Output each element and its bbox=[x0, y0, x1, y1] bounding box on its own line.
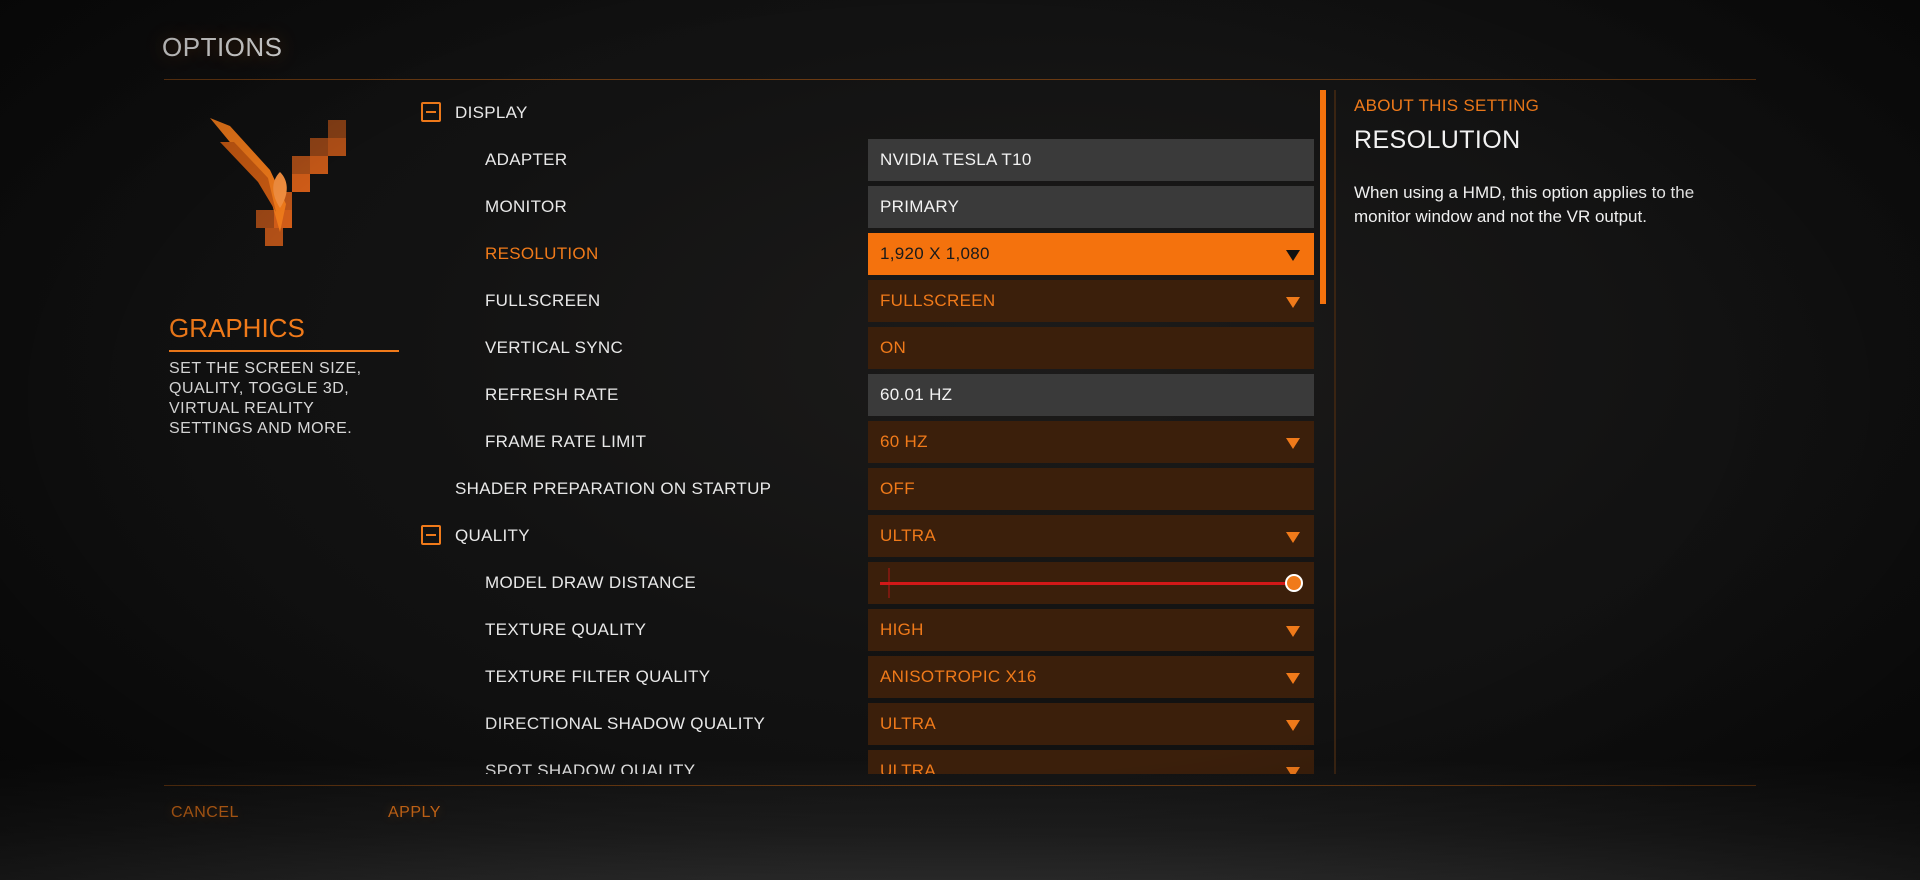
setting-row-vsync: VERTICAL SYNC ON bbox=[420, 325, 1320, 370]
dropdown-arrow-icon bbox=[1286, 767, 1300, 774]
dir-shadow-dropdown[interactable]: ULTRA bbox=[868, 703, 1314, 745]
collapse-icon[interactable] bbox=[421, 525, 441, 545]
collapse-icon[interactable] bbox=[421, 102, 441, 122]
setting-row-shader: SHADER PREPARATION ON STARTUP OFF bbox=[420, 466, 1320, 511]
setting-row-adapter: ADAPTER NVIDIA TESLA T10 bbox=[420, 137, 1320, 182]
footer-divider bbox=[164, 785, 1756, 786]
setting-label: ADAPTER bbox=[485, 150, 568, 169]
section-label: QUALITY bbox=[455, 526, 530, 545]
setting-label: MONITOR bbox=[485, 197, 568, 216]
resolution-value: 1,920 X 1,080 bbox=[880, 244, 990, 263]
page-title: OPTIONS bbox=[162, 32, 283, 62]
header-divider bbox=[164, 79, 1756, 80]
setting-label: REFRESH RATE bbox=[485, 385, 619, 404]
spot-shadow-dropdown[interactable]: ULTRA bbox=[868, 750, 1314, 774]
texture-value: HIGH bbox=[880, 620, 924, 639]
setting-label: FRAME RATE LIMIT bbox=[485, 432, 647, 451]
dropdown-arrow-icon bbox=[1286, 720, 1300, 731]
frame-limit-value: 60 HZ bbox=[880, 432, 928, 451]
setting-row-texture-filter: TEXTURE FILTER QUALITY ANISOTROPIC X16 bbox=[420, 654, 1320, 699]
setting-label: SHADER PREPARATION ON STARTUP bbox=[455, 479, 772, 498]
slider-handle[interactable] bbox=[1285, 574, 1303, 592]
texture-filter-dropdown[interactable]: ANISOTROPIC X16 bbox=[868, 656, 1314, 698]
setting-row-dir-shadow: DIRECTIONAL SHADOW QUALITY ULTRA bbox=[420, 701, 1320, 746]
adapter-field[interactable]: NVIDIA TESLA T10 bbox=[868, 139, 1314, 181]
panel-divider bbox=[1334, 90, 1336, 774]
fullscreen-dropdown[interactable]: FULLSCREEN bbox=[868, 280, 1314, 322]
texture-filter-value: ANISOTROPIC X16 bbox=[880, 667, 1037, 686]
quality-preset-dropdown[interactable]: ULTRA bbox=[868, 515, 1314, 557]
frame-limit-dropdown[interactable]: 60 HZ bbox=[868, 421, 1314, 463]
setting-row-texture: TEXTURE QUALITY HIGH bbox=[420, 607, 1320, 652]
shader-toggle[interactable]: OFF bbox=[868, 468, 1314, 510]
dropdown-arrow-icon bbox=[1286, 626, 1300, 637]
list-scrollbar-thumb[interactable] bbox=[1320, 90, 1326, 304]
vsync-value: ON bbox=[880, 338, 907, 357]
setting-label: MODEL DRAW DISTANCE bbox=[485, 573, 696, 592]
adapter-value: NVIDIA TESLA T10 bbox=[880, 150, 1032, 169]
settings-list: DISPLAY ADAPTER NVIDIA TESLA T10 MONITOR… bbox=[420, 90, 1320, 774]
dropdown-arrow-icon bbox=[1286, 532, 1300, 543]
setting-label: DIRECTIONAL SHADOW QUALITY bbox=[485, 714, 766, 733]
dropdown-arrow-icon bbox=[1286, 438, 1300, 449]
dropdown-arrow-icon bbox=[1286, 297, 1300, 308]
section-label: DISPLAY bbox=[455, 103, 528, 122]
setting-label: TEXTURE FILTER QUALITY bbox=[485, 667, 711, 686]
about-heading: ABOUT THIS SETTING bbox=[1354, 96, 1540, 115]
apply-button[interactable]: APPLY bbox=[388, 804, 441, 822]
quality-value: ULTRA bbox=[880, 526, 936, 545]
shader-value: OFF bbox=[880, 479, 915, 498]
slider-track[interactable] bbox=[880, 582, 1294, 585]
refresh-rate-field[interactable]: 60.01 HZ bbox=[868, 374, 1314, 416]
setting-row-refresh: REFRESH RATE 60.01 HZ bbox=[420, 372, 1320, 417]
setting-row-fullscreen: FULLSCREEN FULLSCREEN bbox=[420, 278, 1320, 323]
setting-row-monitor: MONITOR PRIMARY bbox=[420, 184, 1320, 229]
background-floor bbox=[0, 760, 1920, 880]
setting-label: FULLSCREEN bbox=[485, 291, 601, 310]
section-display[interactable]: DISPLAY bbox=[420, 90, 1320, 135]
monitor-field[interactable]: PRIMARY bbox=[868, 186, 1314, 228]
setting-label: RESOLUTION bbox=[485, 244, 599, 263]
setting-label: TEXTURE QUALITY bbox=[485, 620, 647, 639]
dropdown-arrow-icon bbox=[1286, 250, 1300, 261]
dir-shadow-value: ULTRA bbox=[880, 714, 936, 733]
section-quality[interactable]: QUALITY ULTRA bbox=[420, 513, 1320, 558]
monitor-value: PRIMARY bbox=[880, 197, 960, 216]
setting-label: SPOT SHADOW QUALITY bbox=[485, 761, 696, 774]
setting-row-frame-limit: FRAME RATE LIMIT 60 HZ bbox=[420, 419, 1320, 464]
category-underline bbox=[169, 350, 399, 352]
spot-shadow-value: ULTRA bbox=[880, 761, 936, 774]
draw-distance-slider[interactable] bbox=[868, 562, 1314, 604]
cancel-button[interactable]: CANCEL bbox=[171, 804, 239, 822]
setting-row-spot-shadow: SPOT SHADOW QUALITY ULTRA bbox=[420, 748, 1320, 774]
setting-row-resolution: RESOLUTION 1,920 X 1,080 bbox=[420, 231, 1320, 276]
category-description: SET THE SCREEN SIZE, QUALITY, TOGGLE 3D,… bbox=[169, 360, 362, 437]
resolution-dropdown[interactable]: 1,920 X 1,080 bbox=[868, 233, 1314, 275]
dropdown-arrow-icon bbox=[1286, 673, 1300, 684]
fullscreen-value: FULLSCREEN bbox=[880, 291, 996, 310]
texture-quality-dropdown[interactable]: HIGH bbox=[868, 609, 1314, 651]
setting-row-draw-distance: MODEL DRAW DISTANCE bbox=[420, 560, 1320, 605]
about-body: When using a HMD, this option applies to… bbox=[1354, 183, 1695, 226]
setting-label: VERTICAL SYNC bbox=[485, 338, 624, 357]
vsync-toggle[interactable]: ON bbox=[868, 327, 1314, 369]
category-title: GRAPHICS bbox=[169, 313, 305, 343]
about-title: RESOLUTION bbox=[1354, 126, 1521, 154]
refresh-value: 60.01 HZ bbox=[880, 385, 953, 404]
elite-logo-icon bbox=[210, 118, 346, 246]
